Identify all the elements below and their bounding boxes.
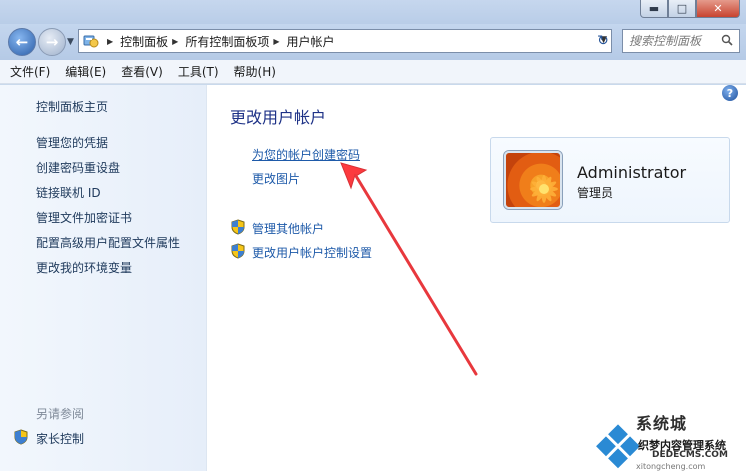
uac-settings-label: 更改用户帐户控制设置 xyxy=(252,246,373,260)
maximize-icon: □ xyxy=(676,2,688,15)
back-arrow-icon: ← xyxy=(15,33,29,51)
back-button[interactable]: ← xyxy=(8,28,36,56)
menu-view[interactable]: 查看(V) xyxy=(121,63,163,80)
breadcrumb-all-items[interactable]: 所有控制面板项 xyxy=(185,33,269,50)
menu-help[interactable]: 帮助(H) xyxy=(234,63,276,80)
breadcrumb-user-accounts[interactable]: 用户帐户 xyxy=(287,33,335,50)
breadcrumb-separator-icon[interactable]: ▶ xyxy=(172,37,178,46)
sidebar-item-parental-controls[interactable]: 家长控制 xyxy=(14,429,84,448)
refresh-icon: ↻ xyxy=(597,33,609,49)
uac-shield-icon xyxy=(14,429,28,448)
sidebar-item-advanced-profile[interactable]: 配置高级用户配置文件属性 xyxy=(36,234,180,251)
minimize-button[interactable]: ▬ xyxy=(640,0,668,18)
menu-file[interactable]: 文件(F) xyxy=(10,63,50,80)
see-also-heading: 另请参阅 xyxy=(36,407,85,421)
manage-other-accounts-link[interactable]: 管理其他帐户 xyxy=(231,219,324,238)
watermark-brand: 系统城 xyxy=(636,414,688,433)
chevron-down-icon: ▼ xyxy=(67,37,74,47)
parental-controls-label: 家长控制 xyxy=(36,432,85,446)
create-password-link[interactable]: 为您的帐户创建密码 xyxy=(252,146,360,163)
refresh-button[interactable]: ↻ xyxy=(592,29,614,53)
breadcrumb-separator-icon[interactable]: ▶ xyxy=(273,37,279,46)
uac-shield-icon xyxy=(231,219,245,238)
menu-bar: 文件(F) 编辑(E) 查看(V) 工具(T) 帮助(H) xyxy=(0,60,746,84)
menu-tools[interactable]: 工具(T) xyxy=(178,63,219,80)
breadcrumb-control-panel[interactable]: 控制面板 xyxy=(120,33,168,50)
uac-settings-link[interactable]: 更改用户帐户控制设置 xyxy=(231,243,372,262)
user-account-card: Administrator 管理员 xyxy=(490,137,730,223)
sidebar-item-password-reset-disk[interactable]: 创建密码重设盘 xyxy=(36,159,120,176)
sidebar-item-control-panel-home[interactable]: 控制面板主页 xyxy=(36,98,108,115)
user-name: Administrator xyxy=(577,163,687,182)
close-button[interactable]: ✕ xyxy=(696,0,740,18)
minimize-icon: ▬ xyxy=(648,2,660,15)
avatar[interactable] xyxy=(504,151,562,209)
page-title: 更改用户帐户 xyxy=(230,108,327,127)
menu-edit[interactable]: 编辑(E) xyxy=(65,63,106,80)
search-box[interactable] xyxy=(622,29,740,53)
control-panel-icon xyxy=(79,30,103,52)
sidebar-item-link-online-id[interactable]: 链接联机 ID xyxy=(36,184,101,201)
sidebar-item-environment-variables[interactable]: 更改我的环境变量 xyxy=(36,259,132,276)
watermark-line3: xitongcheng.com xyxy=(636,462,706,471)
user-role: 管理员 xyxy=(577,186,614,200)
watermark-line2: DEDECMS.COM xyxy=(652,450,728,460)
manage-other-accounts-label: 管理其他帐户 xyxy=(252,222,325,236)
forward-arrow-icon: → xyxy=(45,33,59,51)
close-icon: ✕ xyxy=(713,2,723,15)
sidebar-item-encryption-certs[interactable]: 管理文件加密证书 xyxy=(36,209,132,226)
address-bar[interactable]: ▶ 控制面板 ▶ 所有控制面板项 ▶ 用户帐户 ▼ xyxy=(78,29,612,53)
recent-pages-button[interactable]: ▼ xyxy=(67,37,74,47)
uac-shield-icon xyxy=(231,243,245,262)
window-caption-buttons: ▬ □ ✕ xyxy=(640,0,740,18)
forward-button[interactable]: → xyxy=(38,28,66,56)
breadcrumb-separator-icon[interactable]: ▶ xyxy=(107,37,113,46)
sidebar-item-manage-credentials[interactable]: 管理您的凭据 xyxy=(36,134,108,151)
maximize-button[interactable]: □ xyxy=(668,0,696,18)
search-icon[interactable] xyxy=(721,34,733,49)
search-input[interactable] xyxy=(629,34,719,48)
change-picture-link[interactable]: 更改图片 xyxy=(252,170,300,187)
help-button[interactable]: ? xyxy=(722,85,738,101)
sidebar: 控制面板主页 管理您的凭据 创建密码重设盘 链接联机 ID 管理文件加密证书 配… xyxy=(0,85,207,471)
window-title-bar: ▬ □ ✕ xyxy=(0,0,746,24)
help-icon: ? xyxy=(726,86,734,100)
navigation-bar: ← → ▼ ▶ 控制面板 ▶ 所有控制面板项 ▶ 用户帐户 ▼ ↻ xyxy=(0,24,746,60)
